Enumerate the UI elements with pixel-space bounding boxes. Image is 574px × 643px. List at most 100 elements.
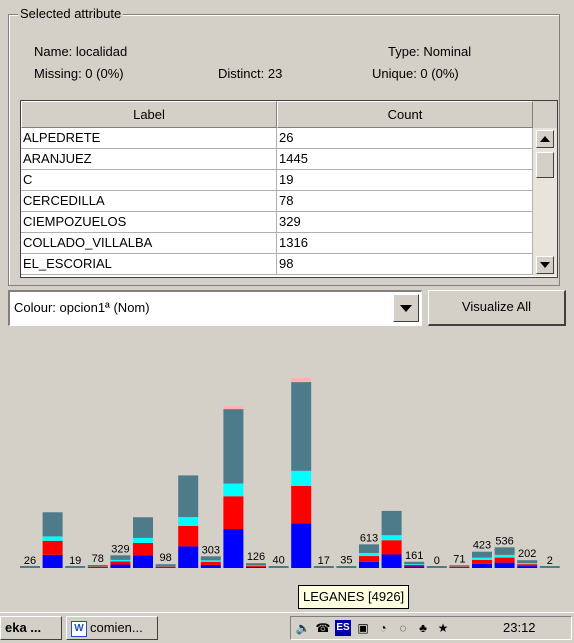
table-row[interactable]: CERCEDILLA 78: [21, 191, 533, 212]
bar-value-label: 71: [453, 553, 465, 565]
speaker-icon[interactable]: 🔈: [295, 620, 311, 636]
attribute-histogram[interactable]: 2619783299830312640173561316107142353620…: [0, 336, 574, 586]
column-header-count[interactable]: Count: [277, 101, 533, 128]
bar-segment[interactable]: [472, 564, 492, 568]
bar-segment[interactable]: [495, 558, 515, 563]
column-header-label[interactable]: Label: [21, 101, 277, 128]
bar-segment[interactable]: [472, 558, 492, 560]
bar-segment[interactable]: [359, 562, 379, 568]
bar-segment[interactable]: [382, 555, 402, 568]
bar-segment[interactable]: [178, 546, 198, 568]
bar-segment[interactable]: [43, 536, 63, 540]
bar-segment[interactable]: [223, 529, 243, 568]
table-row[interactable]: C 19: [21, 170, 533, 191]
bar-segment[interactable]: [495, 563, 515, 568]
bar-segment[interactable]: [517, 564, 537, 566]
table-row[interactable]: CIEMPOZUELOS 329: [21, 212, 533, 233]
bar-segment[interactable]: [291, 486, 311, 523]
bar-segment[interactable]: [133, 543, 153, 555]
bar-value-label: 303: [202, 544, 220, 556]
bar-segment[interactable]: [43, 555, 63, 568]
bar-segment[interactable]: [359, 544, 379, 553]
taskbar-task-word[interactable]: Wcomien...: [66, 616, 158, 640]
bar-segment[interactable]: [223, 484, 243, 497]
bar-segment[interactable]: [246, 567, 266, 568]
bar-segment[interactable]: [291, 378, 311, 382]
bar-segment[interactable]: [404, 564, 424, 565]
bar-segment[interactable]: [178, 526, 198, 546]
bar-segment[interactable]: [472, 560, 492, 564]
bar-segment[interactable]: [201, 556, 221, 560]
bar-segment[interactable]: [201, 560, 221, 562]
scheduler-icon[interactable]: ▣: [355, 620, 371, 636]
bar-segment[interactable]: [246, 563, 266, 565]
bar-segment[interactable]: [517, 566, 537, 568]
bar-segment[interactable]: [88, 566, 108, 567]
antivirus-icon[interactable]: ♣: [415, 620, 431, 636]
bar-value-label: 613: [360, 532, 378, 544]
bar-segment[interactable]: [110, 555, 130, 560]
bar-segment[interactable]: [404, 562, 424, 564]
bar-segment[interactable]: [517, 563, 537, 564]
bar-segment[interactable]: [449, 567, 469, 568]
header-filler: [533, 101, 557, 128]
scroll-down-button[interactable]: [536, 256, 554, 274]
bar-segment[interactable]: [156, 566, 176, 567]
bar-segment[interactable]: [156, 567, 176, 568]
bar-segment[interactable]: [223, 496, 243, 529]
table-row[interactable]: ALPEDRETE 26: [21, 128, 533, 149]
scroll-up-button[interactable]: [536, 130, 554, 148]
bar-segment[interactable]: [156, 564, 176, 566]
bar-segment[interactable]: [110, 560, 130, 562]
bar-segment[interactable]: [382, 511, 402, 535]
bar-segment[interactable]: [43, 541, 63, 555]
network-icon[interactable]: ☎: [315, 620, 331, 636]
bar-segment[interactable]: [291, 382, 311, 471]
bar-segment[interactable]: [88, 567, 108, 568]
bar-segment[interactable]: [404, 565, 424, 567]
table-row[interactable]: COLLADO_VILLALBA 1316: [21, 233, 533, 254]
bar-segment[interactable]: [359, 556, 379, 562]
bar-segment[interactable]: [472, 552, 492, 558]
bar-segment[interactable]: [201, 565, 221, 568]
visualize-all-button[interactable]: Visualize All: [428, 290, 566, 326]
table-row[interactable]: ARANJUEZ 1445: [21, 149, 533, 170]
bar-segment[interactable]: [291, 523, 311, 568]
bar-segment[interactable]: [449, 565, 469, 566]
bar-segment[interactable]: [133, 555, 153, 568]
bar-segment[interactable]: [133, 517, 153, 538]
bar-segment[interactable]: [291, 471, 311, 486]
scroll-thumb[interactable]: [536, 152, 554, 178]
tray-app-icon[interactable]: ◔: [375, 620, 391, 636]
table-row[interactable]: EL_ESCORIAL 98: [21, 254, 533, 275]
bar-segment[interactable]: [88, 565, 108, 566]
bar-segment[interactable]: [517, 560, 537, 563]
bar-segment[interactable]: [223, 409, 243, 483]
table-scrollbar[interactable]: [533, 128, 557, 276]
bar-segment[interactable]: [495, 555, 515, 558]
mouse-icon[interactable]: ◌: [395, 620, 411, 636]
tray-utility-icon[interactable]: ★: [435, 620, 451, 636]
cell-label: ARANJUEZ: [21, 149, 277, 169]
taskbar-task-weka[interactable]: eka ...: [0, 616, 62, 640]
bar-segment[interactable]: [110, 565, 130, 568]
bar-segment[interactable]: [110, 561, 130, 564]
bar-segment[interactable]: [43, 512, 63, 536]
bar-segment[interactable]: [201, 562, 221, 565]
language-indicator[interactable]: ES: [335, 620, 351, 636]
bar-segment[interactable]: [178, 517, 198, 526]
bar-segment[interactable]: [246, 566, 266, 567]
bar-segment[interactable]: [178, 475, 198, 517]
bar-segment[interactable]: [359, 553, 379, 556]
bar-segment[interactable]: [382, 540, 402, 554]
bar-segment[interactable]: [449, 566, 469, 567]
arrow-up-icon: [540, 136, 550, 142]
bar-segment[interactable]: [133, 538, 153, 543]
colour-dropdown-button[interactable]: [393, 294, 419, 322]
bar-segment[interactable]: [223, 406, 243, 409]
colour-select[interactable]: Colour: opcion1ª (Nom): [8, 290, 422, 326]
bar-segment[interactable]: [404, 566, 424, 568]
bar-segment[interactable]: [382, 535, 402, 540]
cell-count: 26: [277, 128, 533, 148]
bar-segment[interactable]: [495, 547, 515, 555]
